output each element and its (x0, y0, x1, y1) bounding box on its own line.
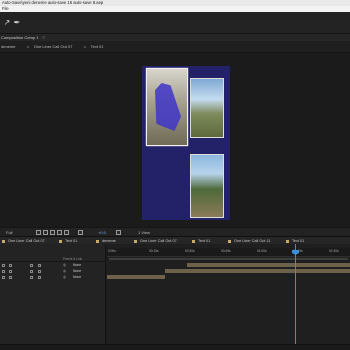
parent-dropdown[interactable]: None (73, 263, 81, 268)
timeline-tab-bar: One Liner Call Out 07 Text 01 deneme One… (0, 236, 350, 244)
ruler-tick-label: 01:30s (329, 249, 339, 253)
parent-pickwhip-icon[interactable]: ◎ (63, 269, 66, 274)
layer-duration-bar[interactable] (107, 275, 165, 279)
comp-icon (286, 239, 289, 243)
composition-canvas[interactable] (142, 66, 230, 220)
selection-tool-icon[interactable]: ↗ (2, 18, 12, 28)
breadcrumb-separator-icon: ◂ (26, 44, 29, 49)
guides-icon[interactable] (64, 230, 69, 235)
parent-dropdown[interactable]: None (73, 269, 81, 274)
comp-icon (228, 239, 231, 243)
time-navigator-bar[interactable] (109, 258, 348, 260)
tab-label: deneme (102, 239, 116, 243)
tab-label: Text 01 (292, 239, 305, 243)
breadcrumb-separator-icon: ◂ (83, 44, 86, 49)
visibility-eye-icon[interactable] (2, 270, 5, 273)
timeline-track-area[interactable]: 0:00s 00:15s 00:30s 00:45s 01:00s 01:15s… (107, 244, 350, 350)
parent-link-header: Parent & Link (63, 257, 83, 261)
toggle-mask-icon[interactable] (50, 230, 55, 235)
ruler-tick-label: 00:45s (221, 249, 231, 253)
layer-switch-icon[interactable] (9, 270, 12, 273)
comp-icon (192, 239, 195, 243)
photo-layer[interactable] (190, 154, 224, 218)
snapshot-icon[interactable] (78, 230, 83, 235)
ruler-tick-label: 00:15s (149, 249, 159, 253)
layer-row[interactable]: ◎ None (0, 263, 106, 268)
comp-icon (59, 239, 62, 243)
composition-viewer[interactable] (0, 53, 350, 227)
playhead-line[interactable] (295, 244, 296, 350)
layer-column-headers: Parent & Link (0, 257, 106, 262)
parent-pickwhip-icon[interactable]: ◎ (63, 275, 66, 280)
tools-toolbar: ↗ ✒ (0, 12, 350, 34)
composition-panel-tab[interactable]: Composition Comp 1 ≡ (0, 34, 350, 41)
comp-icon (96, 239, 99, 243)
time-ruler[interactable]: 0:00s 00:15s 00:30s 00:45s 01:00s 01:15s… (107, 248, 350, 257)
ruler-tick-label: 01:00s (257, 249, 267, 253)
breadcrumb-item[interactable]: One Liner Call Out 07 (34, 44, 73, 49)
fx-switch-icon[interactable] (38, 276, 41, 279)
shy-switch-icon[interactable] (30, 270, 33, 273)
ruler-tick-label: 0:00s (108, 249, 116, 253)
layer-duration-bar[interactable] (165, 269, 350, 273)
comp-icon (2, 239, 5, 243)
composition-breadcrumb: deneme ◂ One Liner Call Out 07 ◂ Text 01 (0, 41, 350, 53)
pen-tool-icon[interactable]: ✒ (12, 18, 22, 28)
photo-layer[interactable] (190, 78, 224, 138)
region-of-interest-icon[interactable] (36, 230, 41, 235)
visibility-eye-icon[interactable] (2, 264, 5, 267)
fx-switch-icon[interactable] (38, 264, 41, 267)
composition-tab-label: Composition Comp 1 (1, 35, 39, 40)
layer-row[interactable]: ◎ None (0, 269, 106, 274)
menu-item-file[interactable]: File (2, 6, 9, 11)
tab-label: Text 01 (198, 239, 211, 243)
parent-dropdown[interactable]: None (73, 275, 81, 280)
layer-switch-icon[interactable] (9, 264, 12, 267)
camera-icon[interactable] (116, 230, 121, 235)
visibility-eye-icon[interactable] (2, 276, 5, 279)
breadcrumb-item[interactable]: deneme (1, 44, 15, 49)
panel-menu-icon[interactable]: ≡ (42, 35, 44, 40)
tab-label: One Liner Call Out 07 (140, 239, 177, 243)
transparency-grid-icon[interactable] (43, 230, 48, 235)
shy-switch-icon[interactable] (30, 276, 33, 279)
timeline-footer-bar (0, 344, 350, 350)
mask-path-shape[interactable] (155, 83, 181, 131)
layer-switch-icon[interactable] (9, 276, 12, 279)
parent-pickwhip-icon[interactable]: ◎ (63, 263, 66, 268)
viewer-controls-bar: Full +0.0 1 View (0, 227, 350, 236)
photo-layer-selected[interactable] (146, 68, 188, 146)
timeline-layer-panel: Parent & Link ◎ None ◎ None ◎ None (0, 244, 106, 350)
comp-icon (134, 239, 137, 243)
ruler-tick-label: 00:30s (185, 249, 195, 253)
grid-icon[interactable] (57, 230, 62, 235)
tab-label: One Liner Call Out 11 (234, 239, 271, 243)
shy-switch-icon[interactable] (30, 264, 33, 267)
tab-label: Text 01 (65, 239, 78, 243)
fx-switch-icon[interactable] (38, 270, 41, 273)
layer-row[interactable]: ◎ None (0, 275, 106, 280)
breadcrumb-item[interactable]: Text 01 (91, 44, 104, 49)
tab-label: One Liner Call Out 07 (8, 239, 45, 243)
layer-duration-bar[interactable] (187, 263, 350, 267)
